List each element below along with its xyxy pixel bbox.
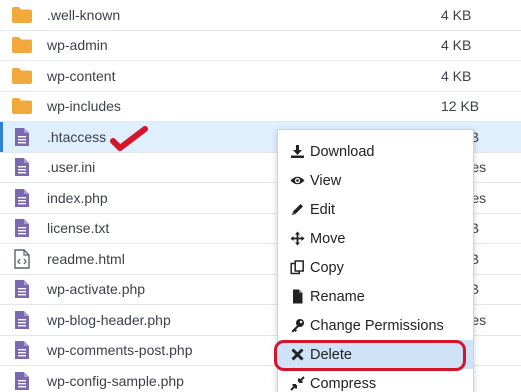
file-name[interactable]: wp-blog-header.php <box>47 312 171 328</box>
file-name[interactable]: wp-admin <box>47 37 108 53</box>
file-size: 4 KB <box>441 6 472 23</box>
menu-item-compress[interactable]: Compress <box>278 369 473 392</box>
menu-item-rename[interactable]: Rename <box>278 282 473 311</box>
file-row[interactable]: wp-content 4 KB <box>0 61 521 92</box>
file-row[interactable]: wp-includes 12 KB <box>0 91 521 122</box>
menu-item-label: Change Permissions <box>310 317 444 334</box>
folder-icon <box>11 65 33 87</box>
menu-item-download[interactable]: Download <box>278 137 473 166</box>
x-icon <box>290 347 305 362</box>
file-size: 12 KB <box>441 98 480 115</box>
file-name[interactable]: wp-config-sample.php <box>47 373 184 389</box>
file-name[interactable]: wp-activate.php <box>47 281 145 297</box>
file-name[interactable]: .well-known <box>47 7 120 23</box>
file-name[interactable]: license.txt <box>47 220 109 236</box>
file-row[interactable]: wp-admin 4 KB <box>0 30 521 61</box>
folder-icon <box>11 95 33 117</box>
file-size: 4 KB <box>441 67 472 84</box>
file-icon <box>290 289 305 304</box>
text-file-icon <box>11 370 33 392</box>
menu-item-move[interactable]: Move <box>278 224 473 253</box>
menu-item-label: Delete <box>310 346 352 363</box>
menu-item-label: View <box>310 172 342 189</box>
menu-item-change-permissions[interactable]: Change Permissions <box>278 311 473 340</box>
download-icon <box>290 144 305 159</box>
menu-item-edit[interactable]: Edit <box>278 195 473 224</box>
menu-item-label: Download <box>310 143 375 160</box>
folder-icon <box>11 34 33 56</box>
text-file-icon <box>11 217 33 239</box>
key-icon <box>290 318 305 333</box>
text-file-icon <box>11 339 33 361</box>
pencil-icon <box>290 202 305 217</box>
code-file-icon <box>11 248 33 270</box>
file-row[interactable]: .well-known 4 KB <box>0 0 521 31</box>
file-name[interactable]: .htaccess <box>47 129 106 145</box>
text-file-icon <box>11 126 33 148</box>
file-name[interactable]: wp-includes <box>47 98 121 114</box>
context-menu: Download View Edit Move Copy Rename Chan… <box>277 129 474 392</box>
text-file-icon <box>11 156 33 178</box>
menu-item-delete[interactable]: Delete <box>278 340 473 369</box>
eye-icon <box>290 173 305 188</box>
text-file-icon <box>11 309 33 331</box>
copy-icon <box>290 260 305 275</box>
menu-item-label: Compress <box>310 375 377 392</box>
file-name[interactable]: readme.html <box>47 251 125 267</box>
menu-item-label: Move <box>310 230 346 247</box>
text-file-icon <box>11 278 33 300</box>
text-file-icon <box>11 187 33 209</box>
menu-item-label: Rename <box>310 288 365 305</box>
compress-icon <box>290 376 305 391</box>
file-name[interactable]: wp-content <box>47 68 115 84</box>
menu-item-copy[interactable]: Copy <box>278 253 473 282</box>
file-name[interactable]: .user.ini <box>47 159 95 175</box>
menu-item-label: Copy <box>310 259 344 276</box>
file-name[interactable]: wp-comments-post.php <box>47 342 193 358</box>
menu-item-label: Edit <box>310 201 335 218</box>
menu-item-view[interactable]: View <box>278 166 473 195</box>
file-size: 4 KB <box>441 37 472 54</box>
file-name[interactable]: index.php <box>47 190 108 206</box>
move-arrows-icon <box>290 231 305 246</box>
folder-icon <box>11 4 33 26</box>
